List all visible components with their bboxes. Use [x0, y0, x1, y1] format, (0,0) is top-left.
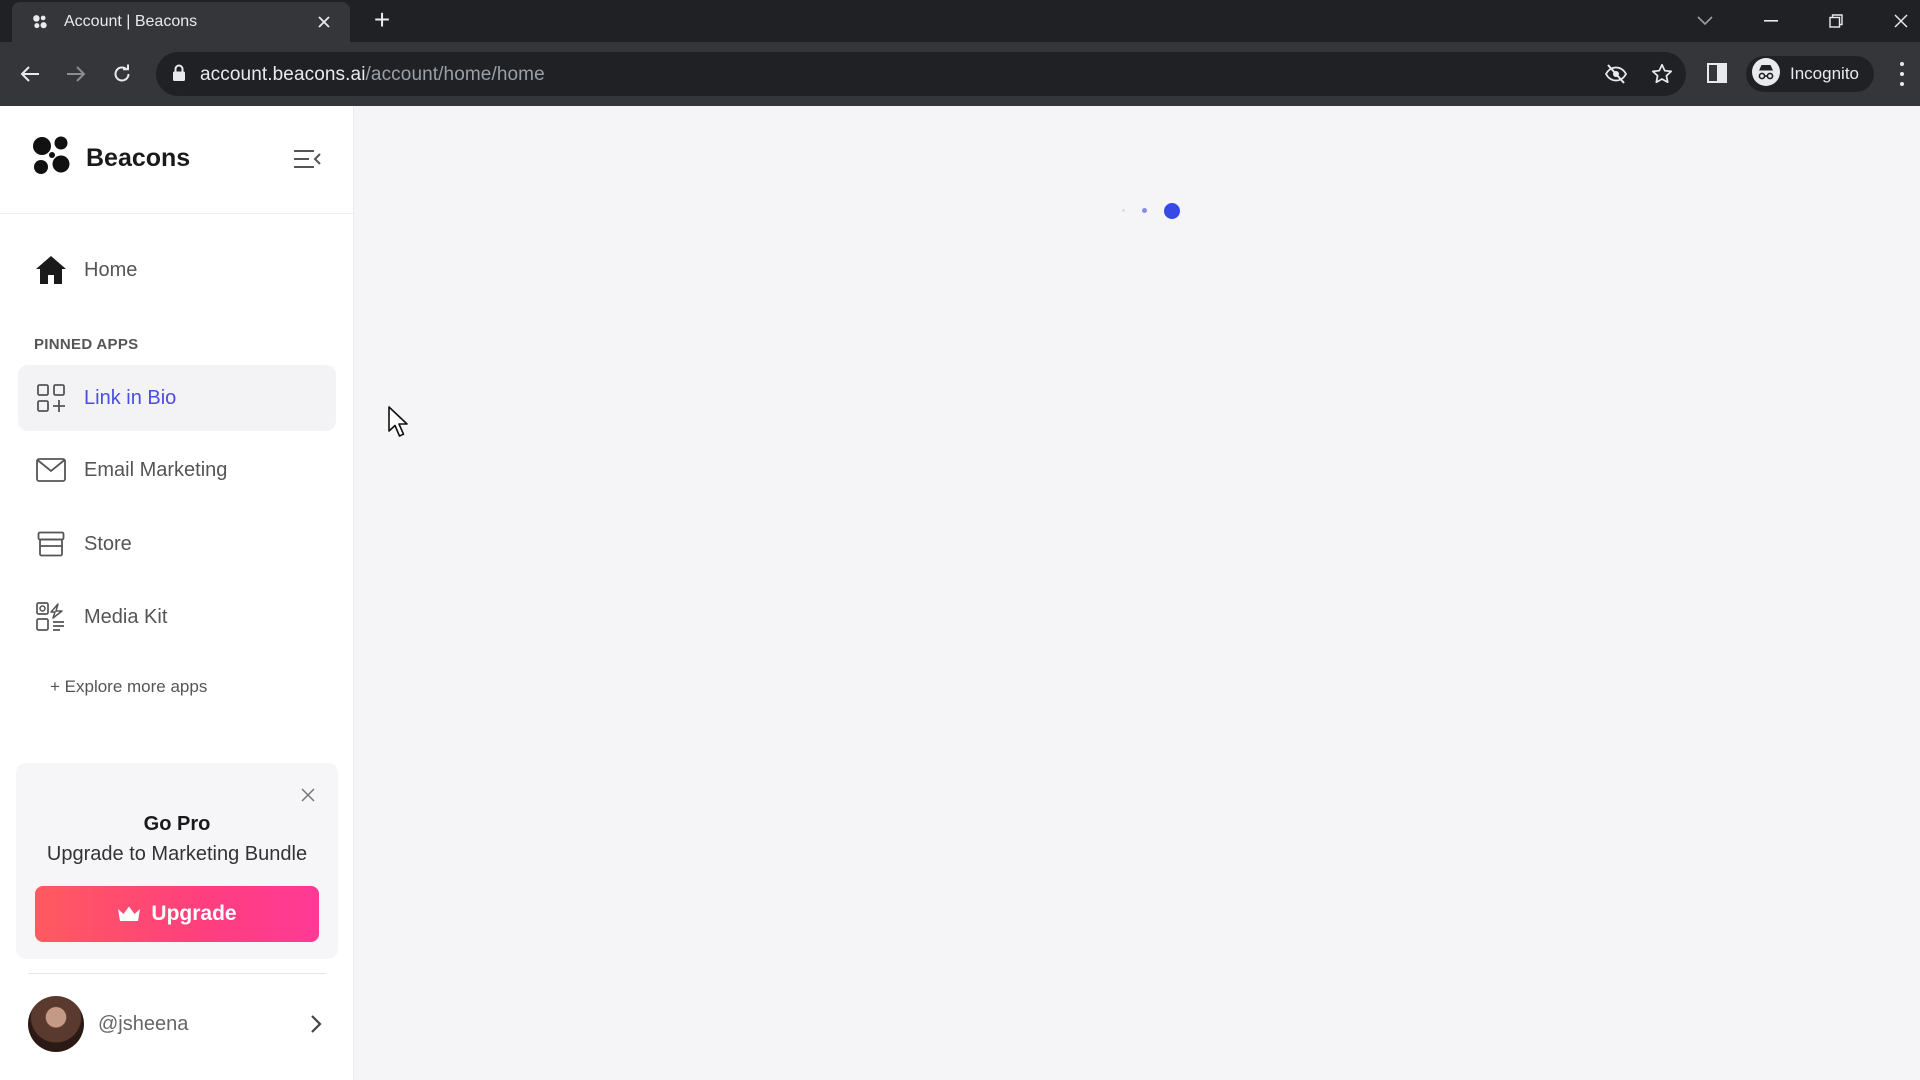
go-pro-promo-card: Go Pro Upgrade to Marketing Bundle Upgra… [16, 763, 338, 959]
beacons-logo-icon [28, 132, 76, 185]
user-account-row[interactable]: @jsheena [28, 996, 326, 1052]
avatar [28, 996, 84, 1052]
url-path: /account/home/home [365, 64, 545, 85]
user-handle: @jsheena [98, 1012, 189, 1035]
envelope-icon [34, 453, 68, 487]
close-window-icon[interactable] [1886, 6, 1916, 36]
promo-subtitle: Upgrade to Marketing Bundle [46, 843, 308, 865]
minimize-icon[interactable] [1756, 6, 1786, 36]
loading-dot [1142, 208, 1147, 213]
mouse-cursor-icon [388, 406, 410, 443]
pinned-apps-heading: PINNED APPS [34, 336, 139, 353]
upgrade-button[interactable]: Upgrade [35, 886, 319, 942]
side-panel-icon[interactable] [1706, 62, 1730, 86]
loading-dot [1122, 209, 1125, 212]
sidebar: Beacons Home PINNED APPS Link in Bio Ema… [0, 106, 354, 1080]
tab-search-chevron-icon[interactable] [1690, 6, 1720, 36]
incognito-icon [1752, 57, 1780, 91]
back-arrow-icon[interactable] [14, 58, 46, 90]
browser-menu-icon[interactable] [1896, 60, 1908, 88]
lock-icon[interactable] [172, 64, 186, 87]
sidebar-item-label: Media Kit [84, 605, 168, 628]
grid-plus-icon [34, 381, 68, 415]
user-divider [28, 973, 326, 974]
sidebar-item-store[interactable]: Store [18, 511, 336, 577]
home-icon [34, 253, 68, 287]
collapse-sidebar-icon[interactable] [292, 144, 322, 174]
browser-toolbar: account.beacons.ai/account/home/home Inc… [0, 42, 1920, 106]
sidebar-item-home[interactable]: Home [18, 237, 336, 303]
url-text[interactable]: account.beacons.ai/account/home/home [200, 64, 545, 86]
explore-more-apps-link[interactable]: + Explore more apps [50, 677, 207, 697]
url-host: account.beacons.ai [200, 64, 366, 85]
loading-dot [1164, 203, 1180, 219]
brand[interactable]: Beacons [28, 134, 190, 182]
sidebar-divider [0, 213, 354, 214]
new-tab-button[interactable]: + [368, 6, 396, 34]
bookmark-star-icon[interactable] [1650, 62, 1674, 86]
beacons-favicon-icon [30, 12, 50, 32]
sidebar-item-label: Home [84, 258, 138, 281]
browser-tabstrip: Account | Beacons + [0, 0, 1920, 42]
sidebar-item-label: Link in Bio [84, 386, 177, 409]
brand-name: Beacons [86, 143, 191, 172]
address-bar[interactable]: account.beacons.ai/account/home/home [156, 52, 1686, 96]
loading-spinner [1118, 198, 1182, 222]
sidebar-item-media-kit[interactable]: Media Kit [18, 584, 336, 650]
tab-title: Account | Beacons [64, 13, 198, 30]
main-content [354, 106, 1920, 1080]
incognito-label: Incognito [1790, 64, 1859, 83]
sidebar-item-link-in-bio[interactable]: Link in Bio [18, 365, 336, 431]
tab-close-icon[interactable] [312, 10, 336, 34]
media-kit-icon [34, 600, 68, 634]
browser-tab[interactable]: Account | Beacons [12, 2, 350, 42]
eye-off-icon[interactable] [1604, 62, 1628, 86]
incognito-profile-button[interactable]: Incognito [1746, 56, 1874, 92]
chevron-right-icon [306, 1012, 326, 1036]
forward-arrow-icon[interactable] [60, 58, 92, 90]
sidebar-item-label: Store [84, 532, 132, 555]
restore-icon[interactable] [1821, 6, 1851, 36]
close-icon[interactable] [296, 783, 320, 807]
promo-title: Go Pro [143, 813, 211, 835]
sidebar-item-email-marketing[interactable]: Email Marketing [18, 437, 336, 503]
sidebar-item-label: Email Marketing [84, 458, 228, 481]
upgrade-button-label: Upgrade [151, 902, 237, 925]
storefront-icon [34, 527, 68, 561]
reload-icon[interactable] [106, 58, 138, 90]
crown-icon [117, 905, 141, 923]
